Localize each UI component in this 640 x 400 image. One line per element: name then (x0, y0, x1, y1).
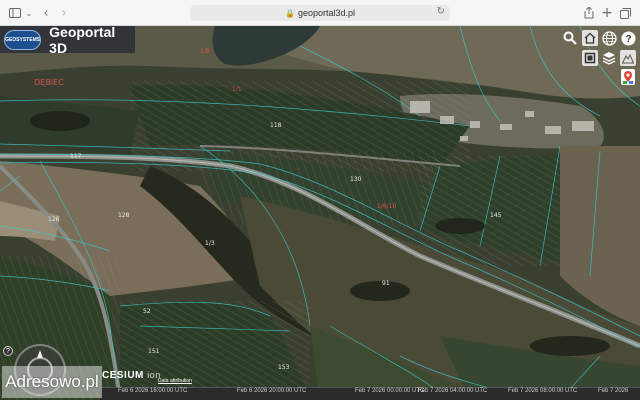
map-label: 1/9 (200, 48, 210, 55)
navigation-help-icon[interactable]: ? (3, 346, 13, 356)
map-label: 145 (490, 212, 502, 219)
map-label: 130 (350, 176, 362, 183)
address-bar[interactable]: 🔒 geoportal3d.pl ↻ (190, 5, 450, 21)
timeline-tick: Feb 7 2026 00:00:00 UTC (355, 388, 425, 394)
layers-icon[interactable] (601, 50, 617, 66)
timeline-tick: Feb 6 2026 20:00:00 UTC (237, 388, 307, 394)
back-icon[interactable]: ‹ (40, 4, 52, 22)
reload-icon[interactable]: ↻ (437, 6, 445, 17)
map-label: 52 (143, 308, 151, 315)
svg-text:?: ? (625, 34, 631, 45)
timeline-tick: Feb 6 2026 16:00:00 UTC (118, 388, 188, 394)
map-label: 118 (270, 122, 282, 129)
tabs-overview-icon[interactable] (619, 4, 631, 22)
timeline-tick: Feb 7 2026 08:00:00 UTC (508, 388, 578, 394)
share-icon[interactable] (583, 4, 595, 22)
map-label: 117 (70, 153, 82, 160)
help-icon[interactable]: ? (620, 30, 636, 46)
forward-icon[interactable]: › (58, 4, 70, 22)
search-icon[interactable] (562, 30, 578, 46)
map-viewport[interactable]: DĘBIEC 1/9 1/1 117 118 128 126 1/3 130 1… (0, 26, 640, 400)
timeline-tick: Feb 7 2026 04:00:00 UTC (418, 388, 488, 394)
cesium-logo[interactable]: CESIUM ion (102, 370, 161, 381)
map-label: 91 (382, 280, 390, 287)
map-label: 126 (48, 216, 60, 223)
geosystems-logo[interactable]: GEOSYSTEMS (4, 29, 42, 50)
aerial-imagery (0, 26, 640, 400)
new-tab-icon[interactable]: + (601, 4, 613, 22)
data-attribution-link[interactable]: Data attribution (158, 378, 192, 384)
map-label: 153 (278, 364, 290, 371)
terrain-icon[interactable] (620, 50, 636, 66)
map-label: 1/6/10 (377, 203, 397, 210)
browser-toolbar: ⌄ ‹ › 🔒 geoportal3d.pl ↻ + (0, 0, 640, 26)
sidebar-icon[interactable] (8, 4, 22, 22)
globe-icon[interactable] (601, 30, 617, 46)
map-label: 1/3 (205, 240, 215, 247)
map-label: 151 (148, 348, 160, 355)
adresowo-watermark: Adresowo.pl (2, 366, 102, 398)
base-layer-icon[interactable] (582, 50, 598, 66)
timeline-tick: Feb 7 2026 (598, 388, 629, 394)
url-text: geoportal3d.pl (297, 8, 355, 18)
app-header: GEOSYSTEMS Geoportal 3D (0, 23, 135, 56)
lock-icon: 🔒 (284, 8, 295, 18)
google-maps-icon[interactable] (620, 69, 636, 85)
map-label: DĘBIEC (34, 78, 64, 87)
timeline[interactable]: Feb 6 2026 16:00:00 UTC Feb 6 2026 20:00… (100, 387, 640, 400)
map-label: 1/1 (232, 86, 242, 93)
map-label: 128 (118, 212, 130, 219)
home-icon[interactable] (582, 30, 598, 46)
chevron-down-icon[interactable]: ⌄ (24, 4, 34, 22)
app-title: Geoportal 3D (49, 23, 116, 56)
